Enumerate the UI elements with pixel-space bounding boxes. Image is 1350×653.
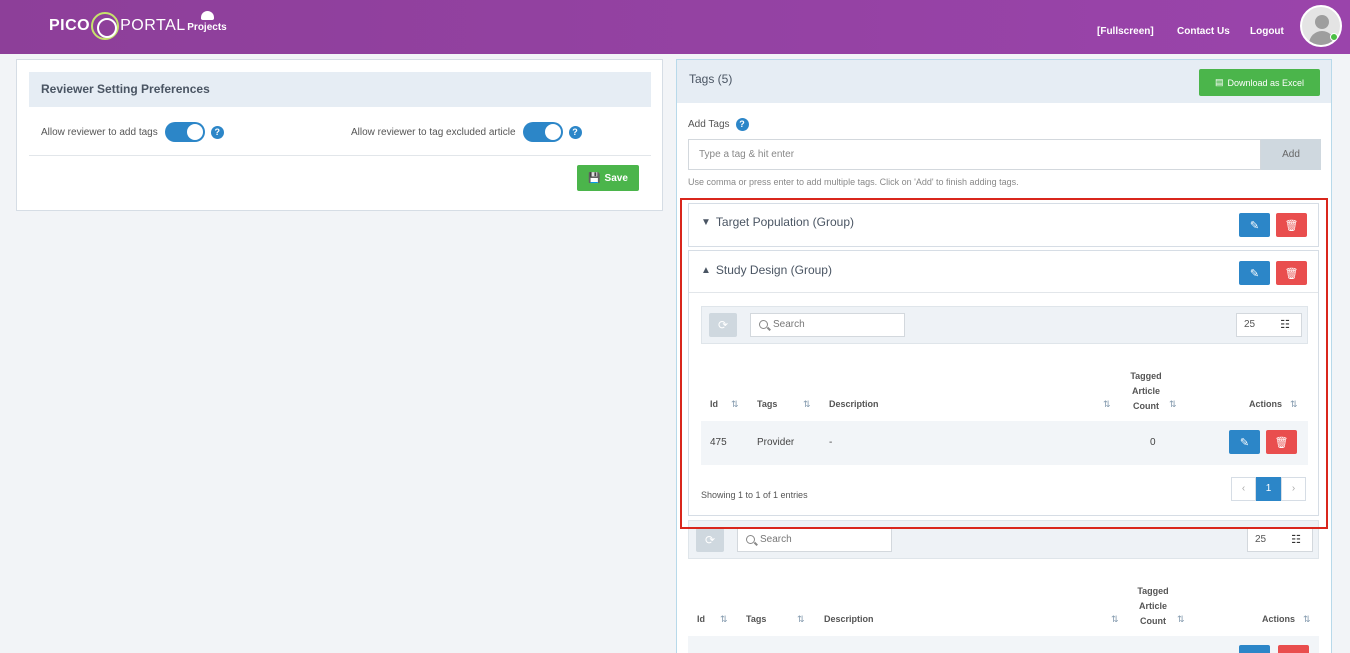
table-row — [688, 636, 1319, 653]
page-size-select[interactable]: 25 — [1247, 528, 1281, 552]
floppy-icon: 💾 — [588, 172, 601, 184]
column-toggle-button[interactable]: ☷ — [1280, 528, 1313, 552]
logout-link[interactable]: Logout — [1250, 26, 1284, 37]
excel-file-icon: ▤ — [1214, 77, 1224, 87]
add-tags-preference: Allow reviewer to add tags ? — [41, 122, 224, 142]
column-header-count[interactable]: Tagged Article Count — [1137, 584, 1169, 629]
sort-icon[interactable]: ⇅ — [797, 614, 805, 625]
column-header-tags[interactable]: Tags — [746, 614, 766, 624]
excluded-article-toggle[interactable] — [522, 122, 563, 142]
add-tags-label: Add Tags ? — [688, 118, 749, 131]
column-header-actions[interactable]: Actions — [1262, 614, 1295, 624]
reviewer-preferences-panel: Reviewer Setting Preferences Allow revie… — [16, 59, 663, 211]
pico-portal-logo[interactable]: PICO PORTAL — [49, 12, 186, 40]
save-button[interactable]: 💾 Save — [577, 165, 639, 191]
dashboard-icon — [200, 11, 214, 20]
sort-icon[interactable]: ⇅ — [1177, 614, 1185, 625]
nav-projects[interactable]: Projects — [186, 11, 228, 33]
sort-icon[interactable]: ⇅ — [720, 614, 728, 625]
search-input[interactable]: Search — [737, 528, 892, 552]
column-header-id[interactable]: Id — [697, 614, 705, 624]
list-icon: ☷ — [1291, 534, 1301, 546]
add-tags-toggle[interactable] — [164, 122, 205, 142]
sort-icon[interactable]: ⇅ — [1303, 614, 1311, 625]
add-tag-button[interactable]: Add — [1261, 139, 1321, 170]
highlight-box — [680, 198, 1328, 529]
help-icon[interactable]: ? — [210, 125, 224, 139]
column-header-description[interactable]: Description — [824, 614, 874, 624]
edit-tag-button[interactable] — [1239, 645, 1270, 653]
delete-tag-button[interactable] — [1278, 645, 1309, 653]
divider — [29, 155, 651, 156]
refresh-button[interactable]: ⟳ — [696, 528, 724, 552]
sort-icon[interactable]: ⇅ — [1111, 614, 1119, 625]
help-icon[interactable]: ? — [568, 125, 582, 139]
add-tags-hint: Use comma or press enter to add multiple… — [688, 177, 1019, 187]
search-icon — [746, 535, 755, 544]
user-avatar[interactable] — [1300, 5, 1342, 47]
refresh-icon: ⟳ — [704, 533, 716, 547]
help-icon[interactable]: ? — [735, 118, 749, 131]
preferences-title: Reviewer Setting Preferences — [29, 72, 651, 107]
top-navbar: PICO PORTAL Projects [Fullscreen] Contact… — [0, 0, 1350, 54]
online-status-icon — [1330, 33, 1338, 41]
tags-header: Tags (5) ▤ Download as Excel — [677, 60, 1331, 103]
contact-us-link[interactable]: Contact Us — [1177, 26, 1230, 37]
logo-ring-icon — [91, 12, 120, 40]
fullscreen-link[interactable]: [Fullscreen] — [1097, 26, 1154, 37]
download-excel-button[interactable]: ▤ Download as Excel — [1199, 69, 1320, 96]
tags-title: Tags (5) — [689, 72, 733, 86]
excluded-article-preference: Allow reviewer to tag excluded article ? — [351, 122, 582, 142]
tag-input[interactable]: Type a tag & hit enter — [688, 139, 1261, 170]
